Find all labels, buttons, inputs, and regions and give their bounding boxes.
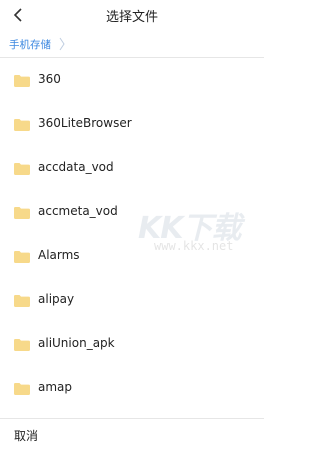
list-item[interactable]: alipay xyxy=(0,278,264,322)
folder-icon xyxy=(14,295,30,307)
folder-name: amap xyxy=(38,380,73,394)
watermark: KK下载 www.kkx.net xyxy=(138,203,264,263)
watermark-url: www.kkx.net xyxy=(154,239,234,253)
list-item[interactable]: aliUnion_apk xyxy=(0,322,264,366)
folder-name: aliUnion_apk xyxy=(38,336,115,350)
folder-icon xyxy=(14,383,30,395)
folder-icon xyxy=(14,207,30,219)
folder-name: alipay xyxy=(38,292,75,306)
folder-icon xyxy=(14,339,30,351)
breadcrumb-item-phone-storage[interactable]: 手机存储 xyxy=(9,37,51,52)
folder-icon xyxy=(14,163,30,175)
breadcrumb: 手机存储 xyxy=(0,30,264,58)
cancel-button[interactable]: 取消 xyxy=(14,427,38,444)
list-item[interactable]: accdata_vod xyxy=(0,146,264,190)
folder-icon xyxy=(14,251,30,263)
page-title: 选择文件 xyxy=(105,10,158,25)
list-item[interactable]: amap xyxy=(0,366,264,410)
list-item[interactable]: 360LiteBrowser xyxy=(0,102,264,146)
chevron-right-icon xyxy=(59,37,65,51)
folder-name: accdata_vod xyxy=(38,160,114,174)
footer-bar: 取消 xyxy=(0,418,264,450)
folder-name: accmeta_vod xyxy=(38,204,118,218)
header-bar: 选择文件 xyxy=(0,0,264,30)
folder-name: 360 xyxy=(38,72,61,86)
folder-icon xyxy=(14,119,30,131)
folder-name: 360LiteBrowser xyxy=(38,116,132,130)
folder-name: Alarms xyxy=(38,248,80,262)
list-item[interactable]: 360 xyxy=(0,58,264,102)
folder-icon xyxy=(14,75,30,87)
